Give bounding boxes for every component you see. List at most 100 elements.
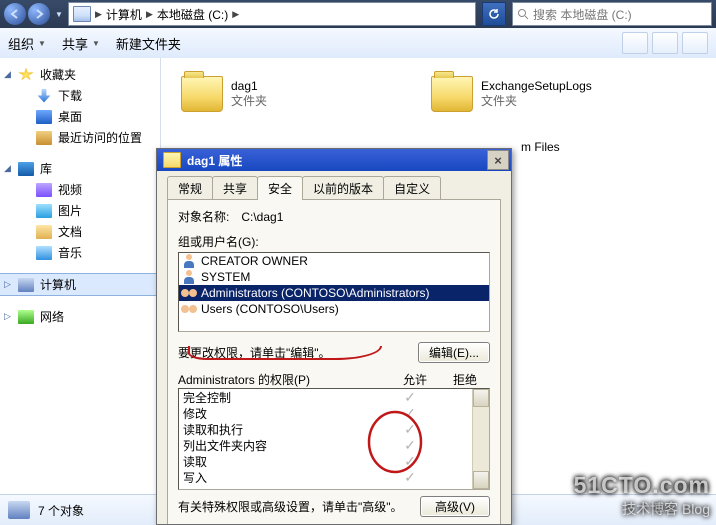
drive-icon (73, 6, 91, 22)
watermark: 51CTO.com 技术博客 Blog (574, 472, 710, 519)
tile-type: 文件夹 (481, 94, 592, 109)
advanced-button[interactable]: 高级(V) (420, 496, 490, 517)
principal-users[interactable]: Users (CONTOSO\Users) (179, 301, 489, 317)
deny-header: 拒绝 (440, 371, 490, 388)
principals-list[interactable]: CREATOR OWNER SYSTEM Administrators (CON… (178, 252, 490, 332)
allow-check-icon: ✓ (385, 470, 435, 484)
tree-computer[interactable]: ▷ 计算机 (0, 273, 160, 296)
dialog-titlebar[interactable]: dag1 属性 × (157, 149, 511, 171)
preview-pane-button[interactable] (652, 32, 678, 54)
expand-icon: ◢ (4, 69, 11, 80)
allow-check-icon: ✓ (385, 438, 435, 452)
music-icon (36, 246, 52, 260)
tree-downloads[interactable]: 下载 (0, 85, 160, 106)
tree-music[interactable]: 音乐 (0, 242, 160, 263)
user-icon (181, 270, 197, 284)
arrow-left-icon (10, 9, 20, 19)
navigation-bar: ▼ ▶ 计算机 ▶ 本地磁盘 (C:) ▶ 搜索 本地磁盘 (C:) (0, 0, 716, 28)
network-icon (18, 310, 34, 324)
security-panel: 对象名称: C:\dag1 组或用户名(G): CREATOR OWNER SY… (167, 200, 501, 525)
new-folder-button[interactable]: 新建文件夹 (116, 34, 181, 53)
scrollbar[interactable] (472, 389, 489, 489)
navigation-tree[interactable]: ◢ 收藏夹 下载 桌面 最近访问的位置 ◢ 库 视频 图片 文档 音乐 ▷ 计算… (0, 58, 161, 495)
dialog-tabs: 常规 共享 安全 以前的版本 自定义 (167, 177, 501, 200)
edit-hint: 要更改权限，请单击"编辑"。 (178, 344, 406, 361)
tree-desktop[interactable]: 桌面 (0, 106, 160, 127)
chevron-down-icon: ▼ (38, 39, 46, 48)
folder-icon (163, 152, 181, 168)
folder-tile-exchange[interactable]: ExchangeSetupLogs 文件夹 (431, 76, 592, 112)
desktop-icon (36, 110, 52, 124)
principal-creator-owner[interactable]: CREATOR OWNER (179, 253, 489, 269)
refresh-icon (488, 8, 500, 20)
download-icon (36, 89, 52, 103)
group-icon (181, 302, 197, 316)
tree-pictures[interactable]: 图片 (0, 200, 160, 221)
star-icon (18, 68, 34, 82)
allow-check-icon: ✓ (385, 406, 435, 420)
tree-libraries[interactable]: ◢ 库 (0, 158, 160, 179)
back-button[interactable] (4, 3, 26, 25)
crumb-computer[interactable]: 计算机 (106, 6, 142, 23)
allow-check-icon: ✓ (385, 422, 435, 436)
tab-previous[interactable]: 以前的版本 (302, 176, 384, 199)
search-icon (517, 8, 529, 20)
folder-tile-partial: m Files (521, 140, 560, 155)
organize-menu[interactable]: 组织▼ (8, 34, 46, 53)
video-icon (36, 183, 52, 197)
user-icon (181, 254, 197, 268)
address-bar[interactable]: ▶ 计算机 ▶ 本地磁盘 (C:) ▶ (68, 2, 476, 26)
tab-share[interactable]: 共享 (212, 176, 258, 199)
tree-favorites[interactable]: ◢ 收藏夹 (0, 64, 160, 85)
computer-icon (18, 278, 34, 292)
permissions-list[interactable]: 完全控制✓ 修改✓ 读取和执行✓ 列出文件夹内容✓ 读取✓ 写入✓ (178, 388, 490, 490)
share-menu[interactable]: 共享▼ (62, 34, 100, 53)
status-count: 7 个对象 (38, 502, 84, 519)
tree-network[interactable]: ▷ 网络 (0, 306, 160, 327)
chevron-right-icon: ▶ (232, 9, 239, 20)
forward-button[interactable] (28, 3, 50, 25)
chevron-down-icon: ▼ (92, 39, 100, 48)
folder-icon (181, 76, 223, 112)
crumb-drive-c[interactable]: 本地磁盘 (C:) (157, 6, 228, 23)
tab-security[interactable]: 安全 (257, 176, 303, 200)
edit-permissions-button[interactable]: 编辑(E)... (418, 342, 490, 363)
computer-icon (8, 501, 30, 519)
view-options-button[interactable] (622, 32, 648, 54)
tree-videos[interactable]: 视频 (0, 179, 160, 200)
groups-label: 组或用户名(G): (178, 233, 490, 250)
properties-dialog: dag1 属性 × 常规 共享 安全 以前的版本 自定义 对象名称: C:\da… (156, 148, 512, 525)
expand-icon: ▷ (4, 279, 11, 290)
object-name-value: C:\dag1 (241, 210, 283, 224)
arrow-right-icon (34, 9, 44, 19)
folder-tile-dag1[interactable]: dag1 文件夹 (181, 76, 267, 112)
tile-name: dag1 (231, 79, 267, 94)
chevron-right-icon: ▶ (95, 9, 102, 20)
tile-name: m Files (521, 140, 560, 155)
permissions-label: Administrators 的权限(P) (178, 371, 390, 388)
help-button[interactable] (682, 32, 708, 54)
principal-administrators[interactable]: Administrators (CONTOSO\Administrators) (179, 285, 489, 301)
advanced-hint: 有关特殊权限或高级设置，请单击"高级"。 (178, 498, 408, 515)
principal-system[interactable]: SYSTEM (179, 269, 489, 285)
group-icon (181, 286, 197, 300)
tile-name: ExchangeSetupLogs (481, 79, 592, 94)
refresh-button[interactable] (482, 2, 506, 26)
search-input[interactable]: 搜索 本地磁盘 (C:) (512, 2, 712, 26)
tab-custom[interactable]: 自定义 (383, 176, 441, 199)
tree-recent[interactable]: 最近访问的位置 (0, 127, 160, 148)
nav-history-dropdown[interactable]: ▼ (52, 3, 66, 25)
recent-icon (36, 131, 52, 145)
folder-icon (431, 76, 473, 112)
expand-icon: ▷ (4, 311, 11, 322)
object-name-label: 对象名称: (178, 208, 229, 225)
expand-icon: ◢ (4, 163, 11, 174)
tab-general[interactable]: 常规 (167, 176, 213, 199)
close-button[interactable]: × (487, 150, 509, 170)
tree-documents[interactable]: 文档 (0, 221, 160, 242)
document-icon (36, 225, 52, 239)
libraries-icon (18, 162, 34, 176)
picture-icon (36, 204, 52, 218)
tile-type: 文件夹 (231, 94, 267, 109)
allow-header: 允许 (390, 371, 440, 388)
